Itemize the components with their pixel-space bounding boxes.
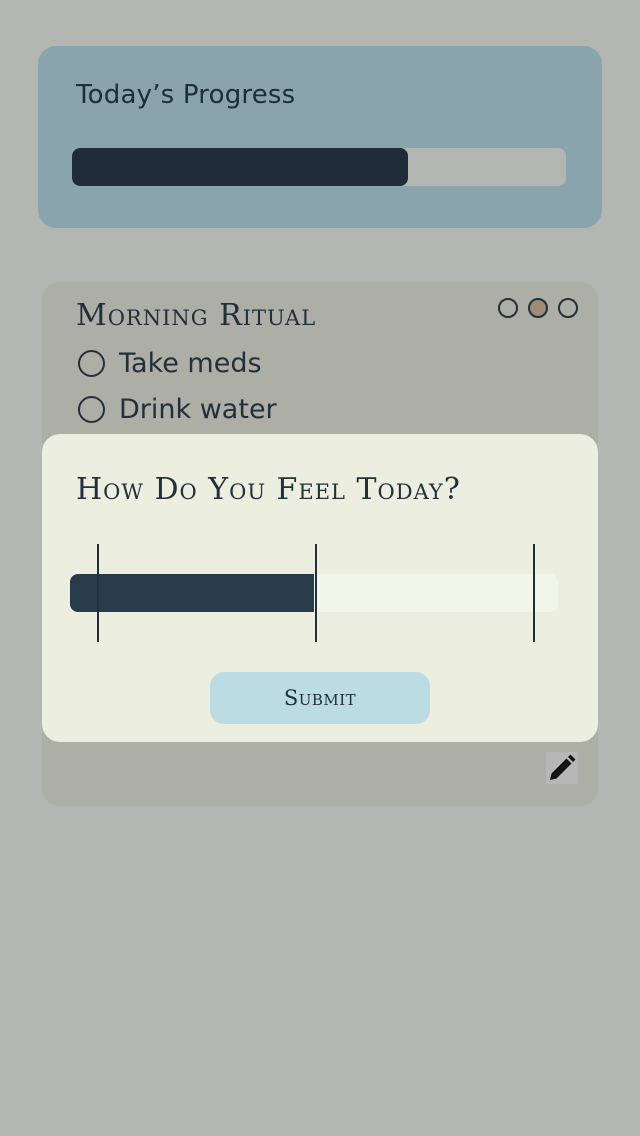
modal-title: How Do You Feel Today? (76, 472, 461, 507)
slider-tick-high (533, 544, 535, 642)
task-label: Take meds (119, 348, 262, 379)
color-dot-2[interactable] (528, 298, 548, 318)
color-picker (498, 298, 578, 318)
progress-bar (72, 148, 566, 186)
color-dot-3[interactable] (558, 298, 578, 318)
progress-card: Today’s Progress (38, 46, 602, 228)
slider-tick-mid (315, 544, 317, 642)
mood-slider[interactable] (70, 574, 558, 612)
mood-modal: How Do You Feel Today? Submit (42, 434, 598, 742)
checkbox-icon[interactable] (78, 350, 105, 377)
slider-tick-low (97, 544, 99, 642)
progress-bar-fill (72, 148, 408, 186)
submit-button[interactable]: Submit (210, 672, 430, 724)
ritual-title: Morning Ritual (76, 298, 317, 333)
task-drink-water[interactable]: Drink water (78, 394, 277, 425)
mood-slider-fill (70, 574, 314, 612)
task-label: Drink water (119, 394, 277, 425)
progress-title: Today’s Progress (76, 80, 296, 110)
color-dot-1[interactable] (498, 298, 518, 318)
pencil-icon[interactable] (546, 752, 578, 784)
checkbox-icon[interactable] (78, 396, 105, 423)
task-take-meds[interactable]: Take meds (78, 348, 262, 379)
